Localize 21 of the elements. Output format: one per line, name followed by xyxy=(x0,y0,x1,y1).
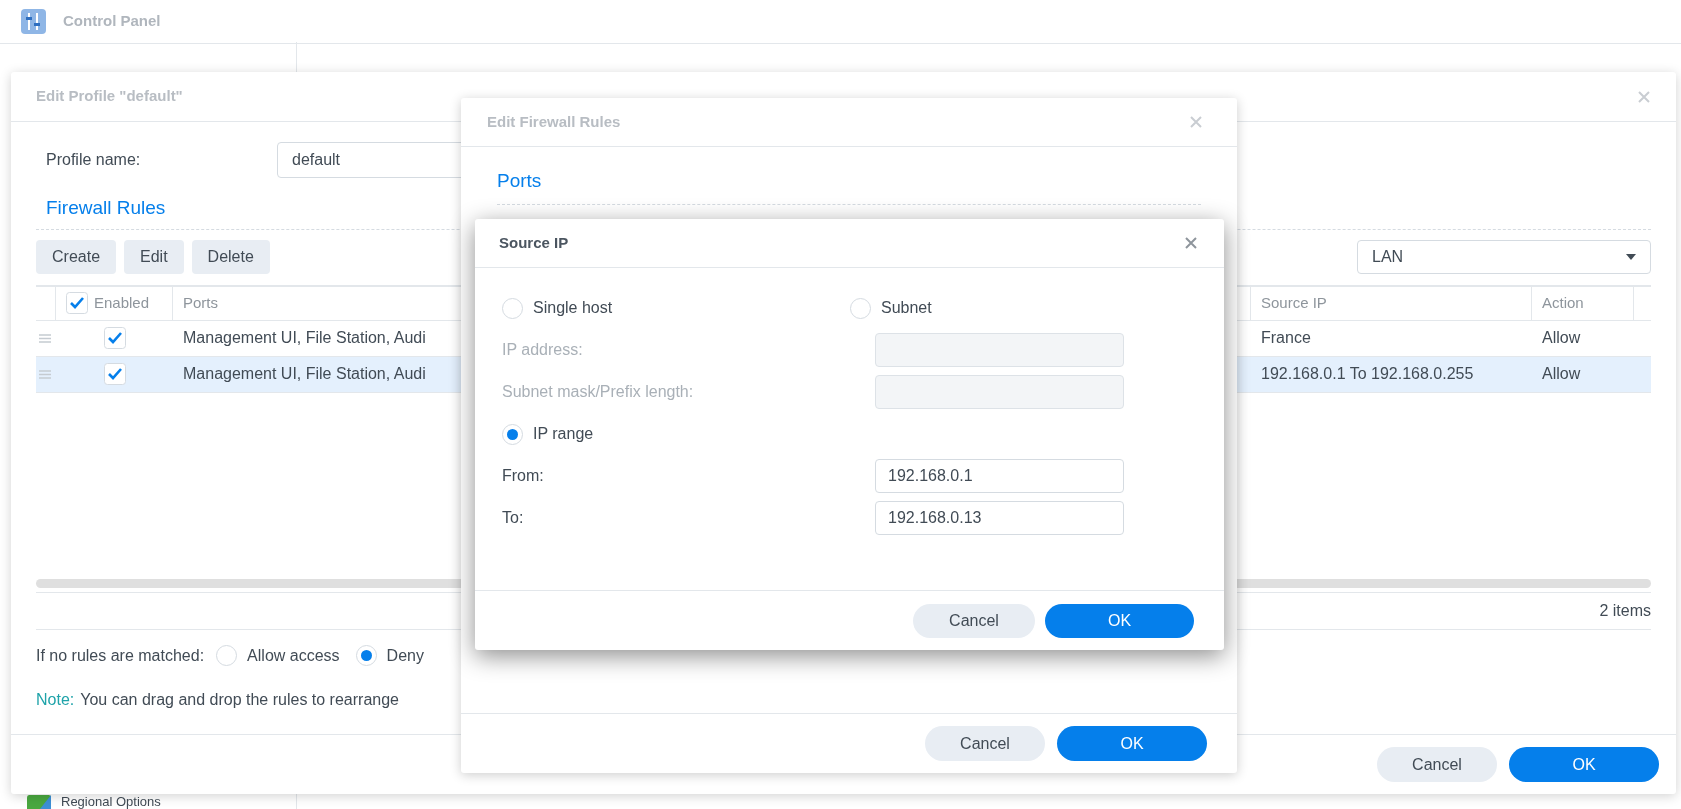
dialog-title: Edit Firewall Rules xyxy=(487,111,621,132)
section-heading: Ports xyxy=(497,170,542,191)
policy-label: If no rules are matched: xyxy=(36,645,205,666)
field-label: To: xyxy=(502,508,525,528)
dialog-title: Edit Profile "default" xyxy=(36,86,183,107)
table-cell: 192.168.0.1 To 192.168.0.255 xyxy=(1261,365,1474,382)
table-cell: Management UI, File Station, Audi xyxy=(183,365,426,382)
table-cell: France xyxy=(1261,329,1311,346)
section-heading: Firewall Rules xyxy=(46,197,166,218)
field-label: From: xyxy=(502,466,545,486)
table-cell: Management UI, File Station, Audi xyxy=(183,329,426,346)
field-label: Profile name: xyxy=(45,150,142,170)
note-label: Note: xyxy=(36,689,75,710)
item-count: 2 items xyxy=(1599,600,1651,621)
dialog-title: Source IP xyxy=(499,232,569,253)
table-cell: Allow xyxy=(1542,329,1581,346)
table-cell: Allow xyxy=(1542,365,1581,382)
note-text: You can drag and drop the rules to rearrange xyxy=(80,689,399,710)
field-label: Subnet mask/Prefix length: xyxy=(502,382,695,402)
app-title: Control Panel xyxy=(63,11,161,32)
field-label: IP address: xyxy=(502,340,584,360)
